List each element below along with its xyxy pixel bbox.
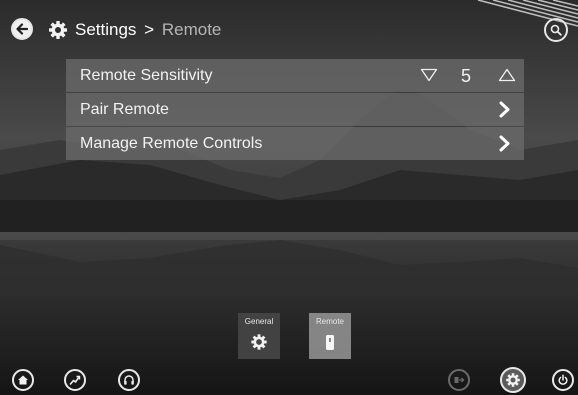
settings-button[interactable] [500, 367, 526, 393]
remote-settings-menu: Remote Sensitivity 5 Pair Remote Manage … [66, 59, 524, 161]
search-button[interactable] [544, 18, 568, 42]
power-button[interactable] [552, 369, 574, 391]
breadcrumb: Settings > Remote [75, 20, 221, 40]
tab-general-label: General [244, 317, 274, 326]
sensitivity-increase-button[interactable] [498, 68, 516, 82]
headset-button[interactable] [118, 369, 140, 391]
search-icon [550, 24, 562, 36]
manage-remote-controls-label: Manage Remote Controls [80, 135, 263, 152]
header: Settings > Remote [0, 12, 578, 46]
settings-icon [506, 373, 520, 387]
exit-button[interactable] [448, 369, 470, 391]
chevron-right-icon [499, 101, 510, 118]
menu-item-manage-remote-controls[interactable]: Manage Remote Controls [66, 127, 524, 160]
remote-icon [326, 335, 334, 350]
gear-icon [49, 21, 67, 39]
back-button[interactable] [11, 18, 33, 40]
tab-general[interactable]: General [238, 313, 280, 359]
exit-icon [454, 377, 465, 383]
pair-remote-label: Pair Remote [80, 101, 169, 118]
power-icon [558, 374, 568, 385]
headset-icon [124, 375, 134, 385]
breadcrumb-root[interactable]: Settings [75, 20, 136, 39]
chevron-right-icon [499, 135, 510, 152]
activity-icon [69, 375, 81, 385]
menu-item-pair-remote[interactable]: Pair Remote [66, 93, 524, 126]
home-icon [18, 375, 28, 385]
screen: Settings > Remote Remote Sensitivity 5 P… [0, 0, 578, 395]
home-button[interactable] [12, 369, 34, 391]
arrow-left-icon [16, 23, 28, 35]
breadcrumb-separator: > [144, 20, 155, 39]
tab-remote[interactable]: Remote [309, 313, 351, 359]
menu-item-remote-sensitivity: Remote Sensitivity 5 [66, 59, 524, 92]
breadcrumb-current: Remote [161, 20, 222, 39]
remote-sensitivity-label: Remote Sensitivity [80, 67, 213, 84]
activity-button[interactable] [64, 369, 86, 391]
gear-icon [251, 334, 267, 350]
sensitivity-decrease-button[interactable] [420, 68, 438, 82]
tab-remote-label: Remote [315, 317, 344, 326]
sensitivity-value: 5 [460, 66, 471, 86]
